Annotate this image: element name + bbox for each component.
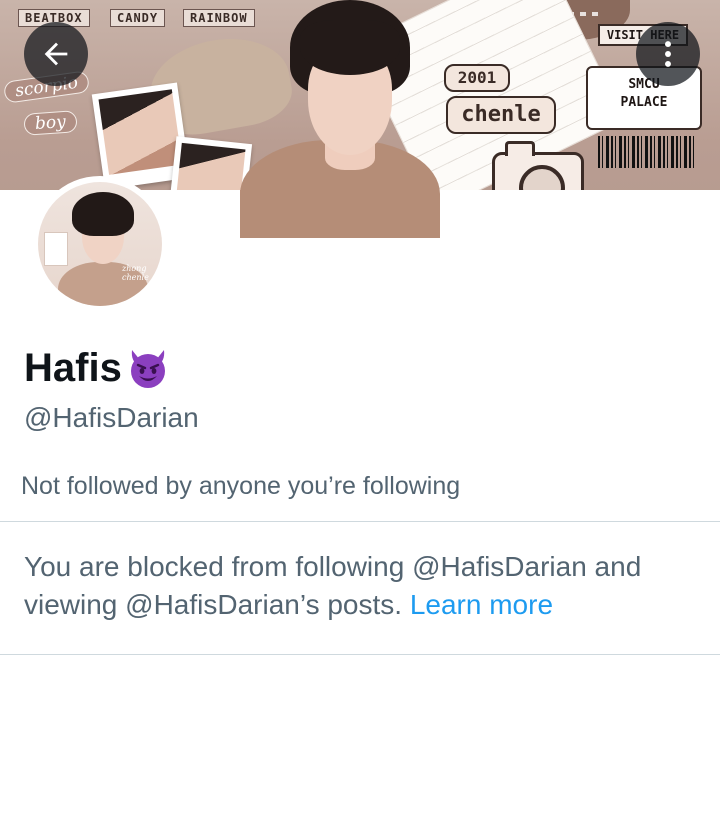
display-name: Hafis	[24, 344, 172, 392]
avatar-image: zhong chenle	[38, 182, 162, 306]
more-vertical-icon	[665, 41, 671, 67]
back-button[interactable]	[24, 22, 88, 86]
more-options-button[interactable]	[636, 22, 700, 86]
banner-portrait	[240, 0, 440, 238]
banner-bottom-white	[440, 190, 720, 238]
display-name-text: Hafis	[24, 345, 122, 390]
barcode-graphic	[598, 136, 694, 168]
banner-name-label: chenle	[446, 96, 556, 134]
arrow-left-icon	[44, 42, 68, 66]
banner-tag: CANDY	[110, 9, 166, 27]
smiling-devil-icon	[130, 350, 165, 388]
banner-script-tag: boy	[23, 110, 78, 136]
divider	[0, 521, 720, 522]
blocked-notice: You are blocked from following @HafisDar…	[24, 548, 704, 624]
ticket-line: PALACE	[620, 95, 668, 110]
banner-year-label: 2001	[444, 64, 510, 92]
avatar[interactable]: zhong chenle	[32, 176, 168, 312]
username-handle: @HafisDarian	[24, 402, 199, 433]
avatar-overlay-text: zhong chenle	[122, 264, 149, 282]
followers-you-know-note: Not followed by anyone you’re following	[21, 472, 461, 500]
learn-more-link[interactable]: Learn more	[410, 589, 553, 620]
divider	[0, 654, 720, 655]
